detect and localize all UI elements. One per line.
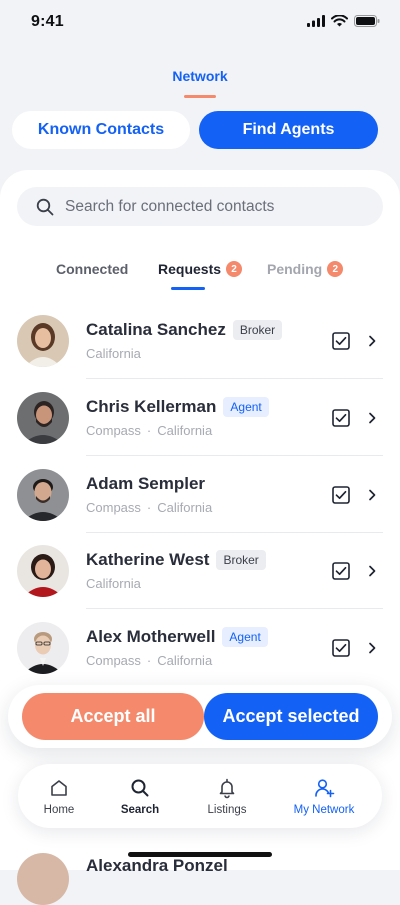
avatar xyxy=(17,315,69,367)
chevron-right-icon[interactable] xyxy=(367,412,377,424)
avatar xyxy=(17,622,69,674)
requests-count-badge: 2 xyxy=(226,261,243,277)
home-icon xyxy=(51,780,67,796)
active-tab-indicator xyxy=(171,287,205,290)
contact-row[interactable]: Catalina Sanchez Broker California xyxy=(0,302,400,379)
contact-details: Compass · California xyxy=(86,423,212,438)
contact-row[interactable]: Adam Sempler Compass · California xyxy=(0,456,400,533)
contact-details: California xyxy=(86,346,141,361)
contact-location: California xyxy=(157,653,213,668)
separator-dot: · xyxy=(146,500,152,515)
pending-count-badge: 2 xyxy=(327,261,344,277)
contact-location: California xyxy=(157,500,213,515)
contact-details: Compass · California xyxy=(86,500,212,515)
tab-pending[interactable]: Pending 2 xyxy=(267,258,344,280)
page-title: Network xyxy=(172,68,228,84)
battery-icon xyxy=(354,15,380,27)
signal-icon xyxy=(307,15,325,27)
separator-dot: · xyxy=(146,423,152,438)
avatar xyxy=(17,545,69,597)
checkbox-checked-icon[interactable] xyxy=(332,639,350,657)
tab-requests[interactable]: Requests 2 xyxy=(158,258,243,280)
chevron-right-icon[interactable] xyxy=(367,642,377,654)
contact-location: California xyxy=(86,346,141,361)
chevron-right-icon[interactable] xyxy=(367,565,377,577)
search-input[interactable] xyxy=(65,187,365,226)
contact-name: Alex Motherwell xyxy=(86,627,216,646)
bell-icon xyxy=(219,778,235,799)
avatar xyxy=(17,392,69,444)
user-add-icon xyxy=(315,779,335,798)
status-bar: 9:41 xyxy=(0,0,400,46)
contact-company: Compass xyxy=(86,423,141,438)
checkbox-checked-icon[interactable] xyxy=(332,486,350,504)
accept-all-button[interactable]: Accept all xyxy=(22,693,204,740)
contact-details: California xyxy=(86,576,141,591)
avatar xyxy=(17,853,69,905)
contact-row[interactable]: Alex Motherwell Agent Compass · California xyxy=(0,609,400,686)
nav-search-label: Search xyxy=(120,804,160,816)
title-underline xyxy=(184,95,216,98)
status-time: 9:41 xyxy=(31,13,64,30)
checkbox-checked-icon[interactable] xyxy=(332,332,350,350)
contact-location: California xyxy=(157,423,213,438)
role-badge: Broker xyxy=(232,320,283,340)
role-badge: Agent xyxy=(223,397,269,417)
status-icons xyxy=(307,15,380,27)
contact-details: Compass · California xyxy=(86,653,212,668)
bottom-nav: Home Search Listings My Network xyxy=(18,764,382,828)
nav-home-label: Home xyxy=(43,804,75,816)
checkbox-checked-icon[interactable] xyxy=(332,562,350,580)
contact-location: California xyxy=(86,576,141,591)
nav-search[interactable]: Search xyxy=(116,764,164,828)
home-indicator xyxy=(128,852,272,857)
contact-row[interactable]: Katherine West Broker California xyxy=(0,532,400,609)
search-icon xyxy=(131,779,149,797)
tab-connected[interactable]: Connected xyxy=(56,258,128,280)
tab-connected-label: Connected xyxy=(56,261,129,277)
nav-home[interactable]: Home xyxy=(40,764,78,828)
action-bar: Accept all Accept selected xyxy=(8,685,392,748)
avatar xyxy=(17,469,69,521)
separator-dot: · xyxy=(146,653,152,668)
accept-selected-button[interactable]: Accept selected xyxy=(204,693,378,740)
role-badge: Agent xyxy=(222,627,268,647)
role-badge: Broker xyxy=(216,550,266,570)
known-contacts-button[interactable]: Known Contacts xyxy=(12,111,190,149)
nav-listings-label: Listings xyxy=(207,804,247,816)
wifi-icon xyxy=(331,15,348,27)
search-bar[interactable] xyxy=(17,187,383,226)
chevron-right-icon[interactable] xyxy=(367,489,377,501)
nav-my-network-label: My Network xyxy=(293,804,355,816)
nav-my-network[interactable]: My Network xyxy=(288,764,360,828)
contact-company: Compass xyxy=(86,500,141,515)
contact-name: Catalina Sanchez xyxy=(86,320,226,339)
checkbox-checked-icon[interactable] xyxy=(332,409,350,427)
tab-requests-label: Requests xyxy=(158,261,222,277)
contact-name: Chris Kellerman xyxy=(86,397,217,416)
chevron-right-icon[interactable] xyxy=(367,335,377,347)
find-agents-button[interactable]: Find Agents xyxy=(199,111,378,149)
contact-name-peek: Alexandra Ponzel xyxy=(86,856,228,875)
nav-listings[interactable]: Listings xyxy=(202,764,252,828)
contact-name: Adam Sempler xyxy=(86,474,206,493)
contact-name: Katherine West xyxy=(86,550,210,569)
contact-company: Compass xyxy=(86,653,141,668)
search-icon xyxy=(36,198,54,216)
tab-pending-label: Pending xyxy=(267,261,323,277)
contact-row[interactable]: Chris Kellerman Agent Compass · California xyxy=(0,379,400,456)
